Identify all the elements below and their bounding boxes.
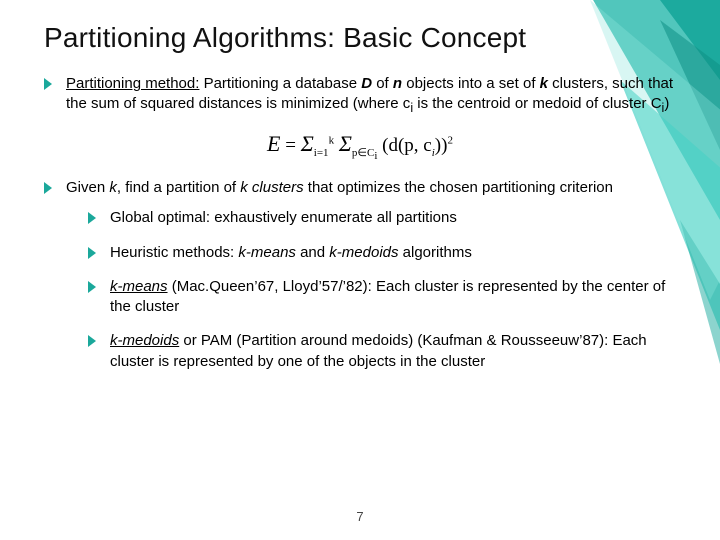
sub-heuristic: Heuristic methods: k-means and k-medoids…	[88, 243, 676, 263]
bullet-list-level-1b: Given k, find a partition of k clusters …	[44, 178, 676, 372]
bullet-list-level-1: Partitioning method: Partitioning a data…	[44, 74, 676, 117]
bullet-list-level-2: Global optimal: exhaustively enumerate a…	[88, 208, 676, 372]
sub-kmedoids: k-medoids or PAM (Partition around medoi…	[88, 331, 676, 372]
slide-title: Partitioning Algorithms: Basic Concept	[44, 22, 676, 54]
bullet-partitioning-method: Partitioning method: Partitioning a data…	[44, 74, 676, 117]
formula: E = Σi=1k Σp∈Ci (d(p, ci))2	[44, 131, 676, 162]
slide-number: 7	[0, 509, 720, 524]
sub-global-optimal: Global optimal: exhaustively enumerate a…	[88, 208, 676, 228]
bullet-given-k: Given k, find a partition of k clusters …	[44, 178, 676, 372]
lead-underline: Partitioning method:	[66, 75, 199, 92]
sub-kmeans: k-means (Mac.Queen’67, Lloyd’57/’82): Ea…	[88, 277, 676, 318]
slide-content: Partitioning Algorithms: Basic Concept P…	[0, 0, 720, 396]
